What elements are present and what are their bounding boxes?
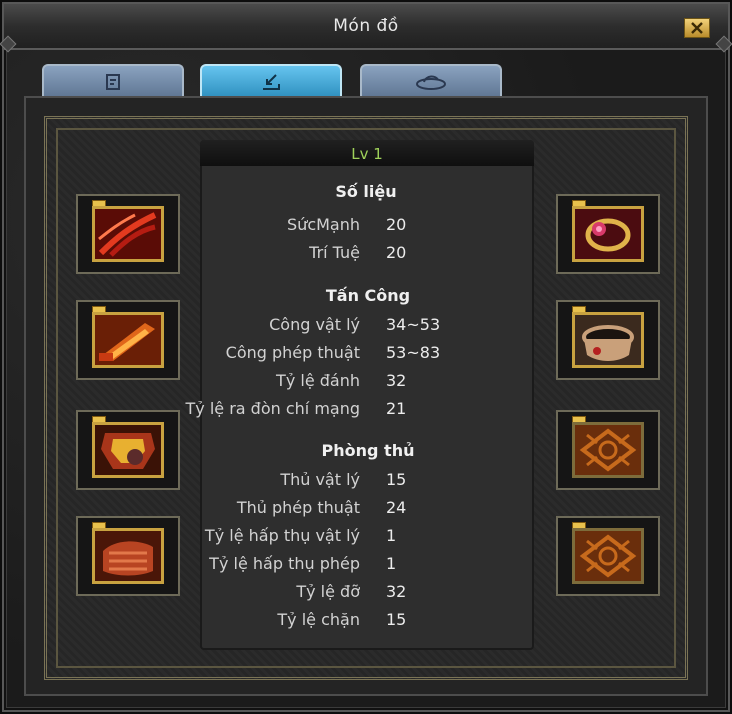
stat-value: 20 [386, 215, 407, 234]
window-title: Món đồ [333, 16, 399, 36]
item-frame [572, 422, 644, 478]
stat-value: 1 [386, 526, 397, 545]
stat-value: 32 [386, 371, 407, 390]
title-bar[interactable]: Món đồ [4, 4, 728, 50]
equip-slot-bracelet[interactable] [556, 300, 660, 380]
stats-panel [200, 140, 534, 650]
item-frame [572, 528, 644, 584]
equip-slot-boots[interactable] [76, 516, 180, 596]
stat-value: 21 [386, 399, 407, 418]
stat-label: Thủ phép thuật [236, 498, 360, 517]
stat-value: 1 [386, 554, 397, 573]
equip-slot-emblem-1[interactable] [556, 410, 660, 490]
stat-label: Công vật lý [269, 315, 360, 334]
section-title-defense: Phòng thủ [321, 441, 415, 460]
section-title-attributes: Số liệu [335, 182, 397, 201]
equip-slot-ring[interactable] [556, 194, 660, 274]
stat-value: 34~53 [386, 315, 441, 334]
stat-value: 15 [386, 610, 407, 629]
equip-slot-weapon[interactable] [76, 194, 180, 274]
stat-label: Tỷ lệ đánh [276, 371, 360, 390]
stat-label: Thủ vật lý [280, 470, 360, 489]
blade-icon [95, 315, 161, 365]
stat-label: Công phép thuật [225, 343, 360, 362]
item-frame [92, 528, 164, 584]
boots-icon [95, 531, 161, 581]
stat-label: Tỷ lệ ra đòn chí mạng [185, 399, 361, 418]
document-icon [106, 74, 120, 90]
bracelet-icon [575, 315, 641, 365]
equip-slot-offhand[interactable] [76, 300, 180, 380]
stat-label: Tỷ lệ chặn [277, 610, 360, 629]
stat-label: Trí Tuệ [309, 243, 360, 262]
tab-equipment[interactable] [200, 64, 342, 98]
sword-slash-icon [95, 209, 161, 259]
item-frame [572, 312, 644, 368]
armor-icon [95, 425, 161, 475]
stat-value: 15 [386, 470, 407, 489]
stat-label: Tỷ lệ đỡ [296, 582, 360, 601]
stat-label: Tỷ lệ hấp thụ phép [209, 554, 360, 573]
stat-value: 32 [386, 582, 407, 601]
close-button[interactable] [684, 18, 710, 38]
stat-label: Tỷ lệ hấp thụ vật lý [204, 526, 360, 545]
stat-label: SứcMạnh [287, 215, 360, 234]
ring-icon [575, 209, 641, 259]
item-frame [572, 206, 644, 262]
equip-icon [263, 74, 280, 90]
item-frame [92, 312, 164, 368]
item-frame [92, 206, 164, 262]
stat-value: 20 [386, 243, 407, 262]
section-title-attack: Tấn Công [325, 286, 411, 305]
swirl-icon [416, 75, 446, 90]
emblem-icon [575, 425, 641, 475]
equip-slot-armor[interactable] [76, 410, 180, 490]
tab-skills[interactable] [360, 64, 502, 98]
emblem-icon [575, 531, 641, 581]
level-label: Lv 1 [200, 140, 534, 166]
equip-slot-emblem-2[interactable] [556, 516, 660, 596]
stat-value: 24 [386, 498, 407, 517]
close-icon [691, 22, 703, 34]
item-frame [92, 422, 164, 478]
tab-info[interactable] [42, 64, 184, 98]
stat-value: 53~83 [386, 343, 441, 362]
